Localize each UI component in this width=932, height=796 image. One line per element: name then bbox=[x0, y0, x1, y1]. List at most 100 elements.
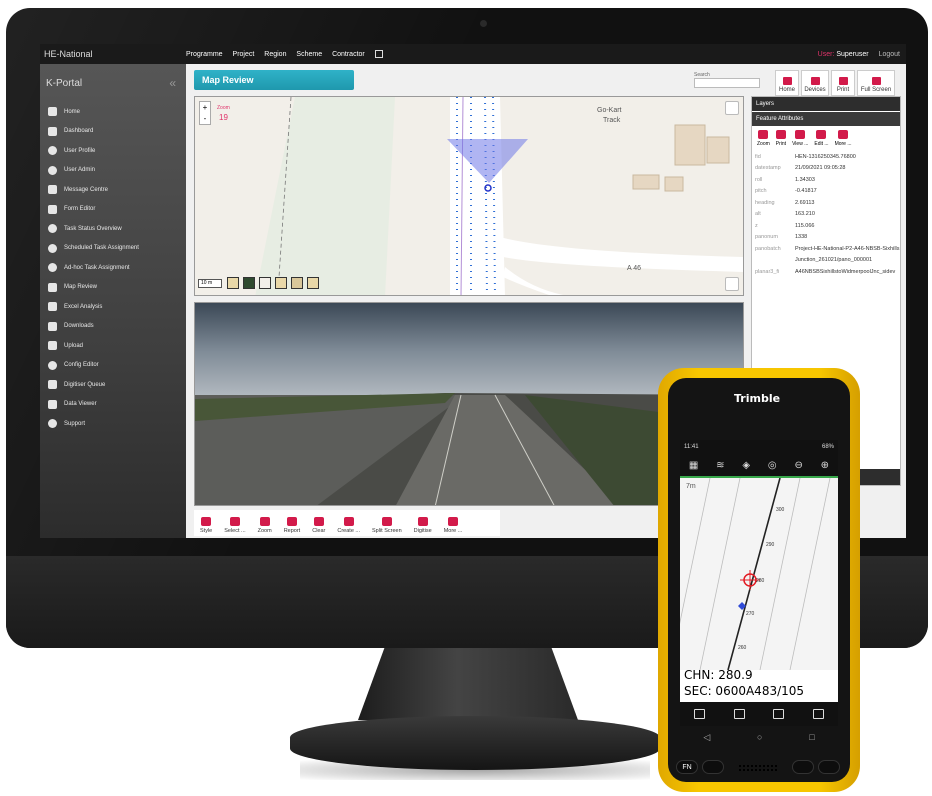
sidebar-item-digitiser-queue[interactable]: Digitiser Queue bbox=[40, 375, 186, 395]
layers-header[interactable]: Layers bbox=[752, 97, 900, 111]
attribute-value: Project-HE-National-P2-A46-NBSB-Sixhills bbox=[795, 245, 900, 252]
attribute-row: panonum 1338 bbox=[752, 232, 900, 244]
basemap-switch-2[interactable] bbox=[243, 277, 255, 289]
attr-view-button[interactable]: View ... bbox=[792, 130, 808, 147]
attr-more-label: More ... bbox=[834, 141, 852, 147]
briefcase-icon[interactable] bbox=[694, 709, 706, 719]
sidebar-item-message-centre[interactable]: Message Centre bbox=[40, 180, 186, 200]
split-screen-button[interactable]: Split Screen bbox=[372, 517, 402, 534]
power-button[interactable] bbox=[818, 760, 840, 774]
basemap-switch-5[interactable] bbox=[291, 277, 303, 289]
sidebar-item-label: Digitiser Queue bbox=[64, 381, 106, 388]
user-profile-icon bbox=[48, 146, 57, 156]
sidebar-item-data-viewer[interactable]: Data Viewer bbox=[40, 395, 186, 415]
map-view[interactable]: + - Zoom 19 Go-Kart Track A 46 10 m bbox=[194, 96, 744, 296]
sidebar-item-user-profile[interactable]: User Profile bbox=[40, 141, 186, 161]
nav-project[interactable]: Project bbox=[233, 51, 255, 58]
back-icon[interactable]: ◁ bbox=[703, 732, 710, 743]
basemap-switch-6[interactable] bbox=[307, 277, 319, 289]
search-input[interactable] bbox=[694, 78, 760, 88]
pin-icon bbox=[810, 77, 820, 85]
attr-zoom-label: Zoom bbox=[757, 141, 770, 147]
select-button[interactable]: Select ... bbox=[224, 517, 246, 534]
create-button[interactable]: Create ... bbox=[337, 517, 360, 534]
report-button[interactable]: Report bbox=[284, 517, 300, 534]
adhoc-task-icon bbox=[48, 263, 57, 273]
nav-contractor[interactable]: Contractor bbox=[332, 51, 365, 58]
basemap-switch-4[interactable] bbox=[275, 277, 287, 289]
device-map[interactable]: 7m 300 290 280 270 260 bbox=[680, 478, 838, 670]
attribute-key: datestamp bbox=[755, 165, 781, 172]
layer-toggle-icon[interactable] bbox=[725, 277, 739, 291]
sidebar-item-excel-analysis[interactable]: Excel Analysis bbox=[40, 297, 186, 317]
locate-icon[interactable]: ◎ bbox=[768, 460, 777, 471]
add-document-icon[interactable] bbox=[733, 709, 745, 719]
attribute-value: 163.210 bbox=[795, 211, 815, 218]
attribute-value: 1.34303 bbox=[795, 176, 815, 183]
sidebar-item-form-editor[interactable]: Form Editor bbox=[40, 200, 186, 220]
minus-key[interactable] bbox=[702, 760, 724, 774]
sidebar-item-adhoc-task-assignment[interactable]: Ad-hoc Task Assignment bbox=[40, 258, 186, 278]
collapse-sidebar-icon[interactable]: « bbox=[169, 76, 176, 90]
attr-more-button[interactable]: More ... bbox=[835, 130, 852, 147]
print-button[interactable]: Print bbox=[831, 70, 855, 96]
map-layers-icon[interactable] bbox=[725, 101, 739, 115]
plus-key[interactable] bbox=[792, 760, 814, 774]
nav-programme[interactable]: Programme bbox=[186, 51, 223, 58]
android-nav-bar: ◁ ○ □ bbox=[680, 728, 838, 746]
style-button[interactable]: Style bbox=[200, 517, 212, 534]
sidebar-item-map-review[interactable]: Map Review bbox=[40, 278, 186, 298]
sidebar-item-home[interactable]: Home bbox=[40, 102, 186, 122]
home-nav-icon[interactable]: ○ bbox=[757, 732, 762, 742]
print-icon bbox=[775, 130, 786, 139]
nav-scheme[interactable]: Scheme bbox=[296, 51, 322, 58]
sidebar-item-label: Scheduled Task Assignment bbox=[64, 245, 139, 252]
clear-button[interactable]: Clear bbox=[312, 517, 325, 534]
full-screen-button[interactable]: Full Screen bbox=[857, 70, 895, 96]
zoom-in-icon[interactable]: ⊕ bbox=[821, 460, 829, 471]
devices-button[interactable]: Devices bbox=[801, 70, 829, 96]
zoom-in-button[interactable]: + bbox=[200, 102, 210, 113]
nav-region[interactable]: Region bbox=[264, 51, 286, 58]
zoom-out-icon[interactable]: ⊖ bbox=[794, 460, 802, 471]
zoom-out-button[interactable]: - bbox=[200, 113, 210, 124]
attribute-value: HEN-1316250345.76800 bbox=[795, 153, 856, 160]
attr-print-button[interactable]: Print bbox=[776, 130, 786, 147]
basemap-switch-1[interactable] bbox=[227, 277, 239, 289]
edit-document-icon[interactable] bbox=[773, 709, 785, 719]
feature-attributes-header[interactable]: Feature Attributes bbox=[752, 112, 900, 126]
logout-link[interactable]: Logout bbox=[879, 51, 900, 58]
sidebar-item-dashboard[interactable]: Dashboard bbox=[40, 122, 186, 142]
save-icon[interactable] bbox=[374, 50, 383, 58]
zoom-button[interactable]: Zoom bbox=[258, 517, 272, 534]
sidebar-item-scheduled-task-assignment[interactable]: Scheduled Task Assignment bbox=[40, 239, 186, 259]
sidebar-item-upload[interactable]: Upload bbox=[40, 336, 186, 356]
device-status-bar: 11:41 68% bbox=[680, 440, 838, 454]
compass-icon[interactable]: ◈ bbox=[742, 460, 750, 471]
attribute-key: pitch bbox=[755, 188, 767, 195]
attribute-row: datestamp 21/09/2021 09:05:28 bbox=[752, 163, 900, 175]
attribute-value: 1338 bbox=[795, 234, 808, 241]
fn-key[interactable]: FN bbox=[676, 760, 698, 774]
attribute-row: fid HEN-1316250345.76800 bbox=[752, 151, 900, 163]
sidebar-item-support[interactable]: Support bbox=[40, 414, 186, 434]
sidebar-item-task-status-overview[interactable]: Task Status Overview bbox=[40, 219, 186, 239]
home-button[interactable]: Home bbox=[775, 70, 799, 96]
map-icon[interactable]: ▦ bbox=[689, 460, 698, 471]
sidebar-item-downloads[interactable]: Downloads bbox=[40, 317, 186, 337]
sidebar-item-label: Ad-hoc Task Assignment bbox=[64, 264, 130, 271]
home-icon[interactable] bbox=[812, 709, 824, 719]
page-title-tab[interactable]: Map Review bbox=[194, 70, 354, 90]
digitise-button[interactable]: Digitise bbox=[414, 517, 432, 534]
more-button[interactable]: More ... bbox=[444, 517, 462, 534]
speaker-grille bbox=[738, 764, 778, 772]
sidebar-item-config-editor[interactable]: Config Editor bbox=[40, 356, 186, 376]
sidebar-item-user-admin[interactable]: User Admin bbox=[40, 161, 186, 181]
basemap-switch-3[interactable] bbox=[259, 277, 271, 289]
recents-icon[interactable]: □ bbox=[809, 732, 814, 742]
attribute-value: 2.69113 bbox=[795, 199, 815, 206]
attr-zoom-button[interactable]: Zoom bbox=[757, 130, 770, 147]
attribute-value: Junction_261021/pano_000001 bbox=[795, 257, 873, 264]
attr-edit-button[interactable]: Edit ... bbox=[814, 130, 829, 147]
layers-icon[interactable]: ≋ bbox=[716, 460, 724, 471]
